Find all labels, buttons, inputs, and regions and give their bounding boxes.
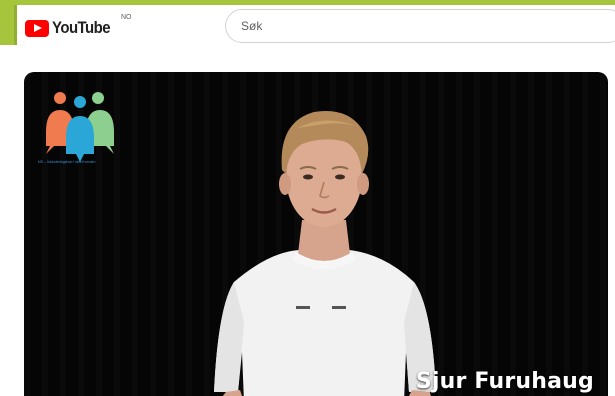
video-player[interactable]: NS – Inkluderingshub i ideell verden Sju… (24, 72, 608, 396)
region-code: NO (121, 14, 132, 21)
youtube-play-icon (25, 19, 49, 37)
frame-left-accent (0, 0, 17, 45)
youtube-logo[interactable]: YouTube (25, 17, 118, 39)
name-overlay: Sjur Furuhaug (415, 369, 594, 394)
presenter-figure (214, 111, 436, 396)
youtube-wordmark: YouTube (52, 18, 111, 37)
channel-logo-icon (46, 92, 114, 162)
search-input[interactable] (241, 18, 601, 34)
top-bar: YouTube NO (17, 5, 615, 50)
search-box[interactable] (225, 9, 615, 43)
channel-logo-caption: NS – Inkluderingshub i ideell verden (38, 160, 96, 164)
